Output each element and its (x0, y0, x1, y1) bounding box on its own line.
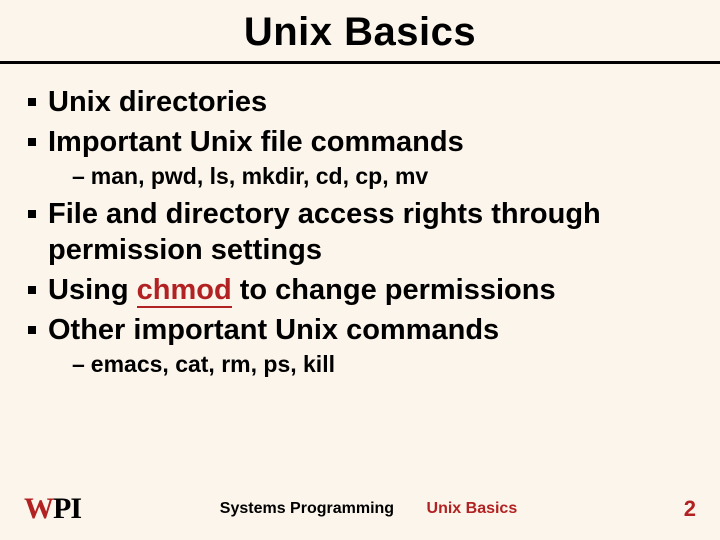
dash-icon: – (72, 351, 85, 377)
title-bar: Unix Basics (0, 0, 720, 61)
wpi-logo: WPI (24, 492, 81, 526)
bullet-item: Important Unix file commands (28, 124, 692, 160)
square-bullet-icon (28, 286, 36, 294)
footer-center: Systems Programming Unix Basics (81, 500, 656, 518)
square-bullet-icon (28, 210, 36, 218)
bullet-text: Important Unix file commands (48, 126, 464, 158)
chmod-highlight: chmod (137, 274, 232, 308)
sub-bullet-text: emacs, cat, rm, ps, kill (91, 351, 335, 377)
page-number: 2 (656, 496, 696, 522)
logo-letter-w: W (24, 492, 53, 526)
slide-footer: WPI Systems Programming Unix Basics 2 (0, 492, 720, 526)
square-bullet-icon (28, 138, 36, 146)
logo-letter-i: I (70, 492, 81, 526)
sub-bullet: –man, pwd, ls, mkdir, cd, cp, mv (28, 163, 692, 190)
bullet-text: File and directory access rights through… (48, 198, 601, 266)
bullet-text-post: to change permissions (232, 274, 556, 306)
slide-content: Unix directories Important Unix file com… (0, 64, 720, 378)
bullet-item: Using chmod to change permissions (28, 272, 692, 308)
bullet-text: Unix directories (48, 86, 267, 118)
footer-topic: Unix Basics (427, 500, 518, 517)
square-bullet-icon (28, 326, 36, 334)
bullet-item: File and directory access rights through… (28, 196, 692, 269)
dash-icon: – (72, 163, 85, 189)
bullet-text: Other important Unix commands (48, 314, 499, 346)
sub-bullet-text: man, pwd, ls, mkdir, cd, cp, mv (91, 163, 428, 189)
sub-bullet: –emacs, cat, rm, ps, kill (28, 351, 692, 378)
slide-title: Unix Basics (0, 10, 720, 55)
footer-course: Systems Programming (220, 500, 394, 517)
logo-letter-p: P (53, 492, 70, 526)
bullet-item: Unix directories (28, 84, 692, 120)
bullet-item: Other important Unix commands (28, 312, 692, 348)
square-bullet-icon (28, 98, 36, 106)
bullet-text-pre: Using (48, 274, 137, 306)
